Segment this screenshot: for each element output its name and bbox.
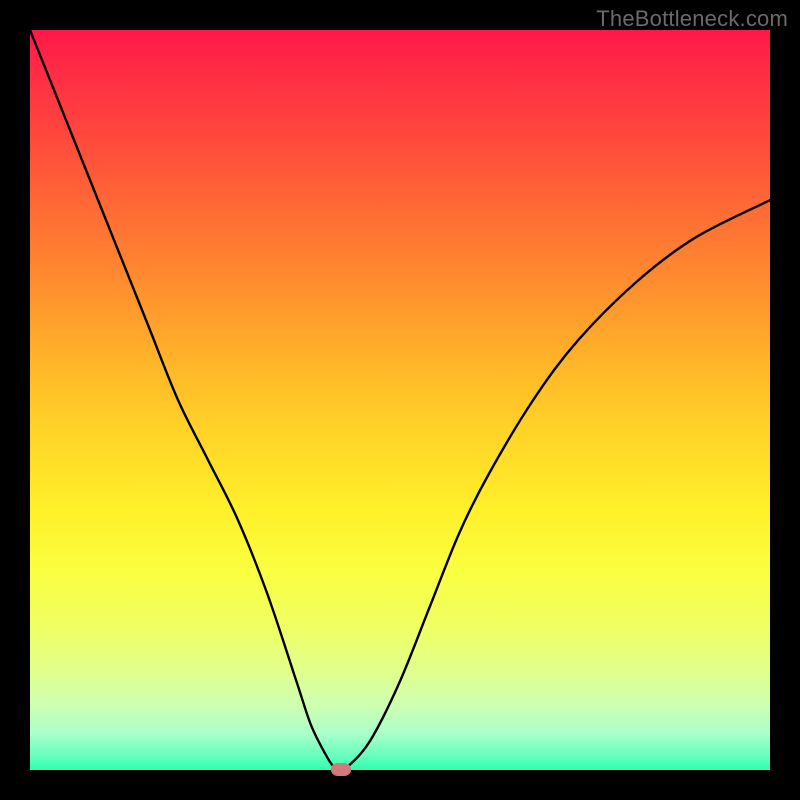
- watermark-text: TheBottleneck.com: [596, 6, 788, 32]
- plot-area: [30, 30, 770, 770]
- chart-frame: TheBottleneck.com: [0, 0, 800, 800]
- optimal-point-marker: [331, 763, 351, 776]
- curve-svg: [30, 30, 770, 770]
- bottleneck-curve-path: [30, 30, 770, 770]
